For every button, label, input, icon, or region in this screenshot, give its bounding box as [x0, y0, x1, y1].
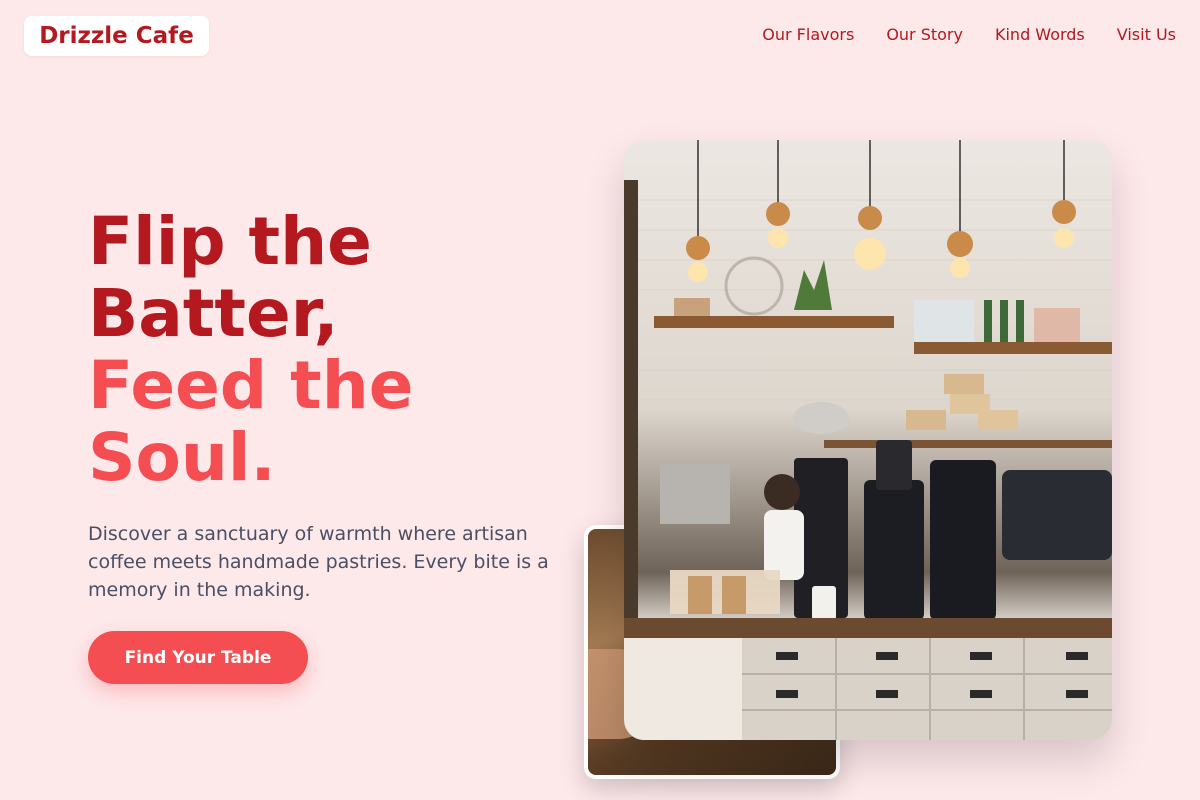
cafe-interior-photo: [624, 140, 1112, 740]
hero-description: Discover a sanctuary of warmth where art…: [88, 523, 549, 601]
headline-accent-line: Feed the: [88, 347, 414, 424]
headline-accent-line: Soul.: [88, 419, 276, 496]
nav-link-visit-us[interactable]: Visit Us: [1117, 24, 1176, 46]
headline-line: Flip the: [88, 203, 372, 280]
hero-headline: Flip the Batter, Feed the Soul.: [88, 206, 413, 494]
find-table-button[interactable]: Find Your Table: [88, 631, 308, 684]
nav-link-our-flavors[interactable]: Our Flavors: [762, 24, 854, 46]
nav-link-kind-words[interactable]: Kind Words: [995, 24, 1085, 46]
nav-link-our-story[interactable]: Our Story: [886, 24, 963, 46]
cafe-illustration: [624, 140, 1112, 740]
main-nav: Our Flavors Our Story Kind Words Visit U…: [762, 24, 1176, 46]
brand-logo[interactable]: Drizzle Cafe: [24, 16, 209, 56]
headline-line: Batter,: [88, 275, 339, 352]
